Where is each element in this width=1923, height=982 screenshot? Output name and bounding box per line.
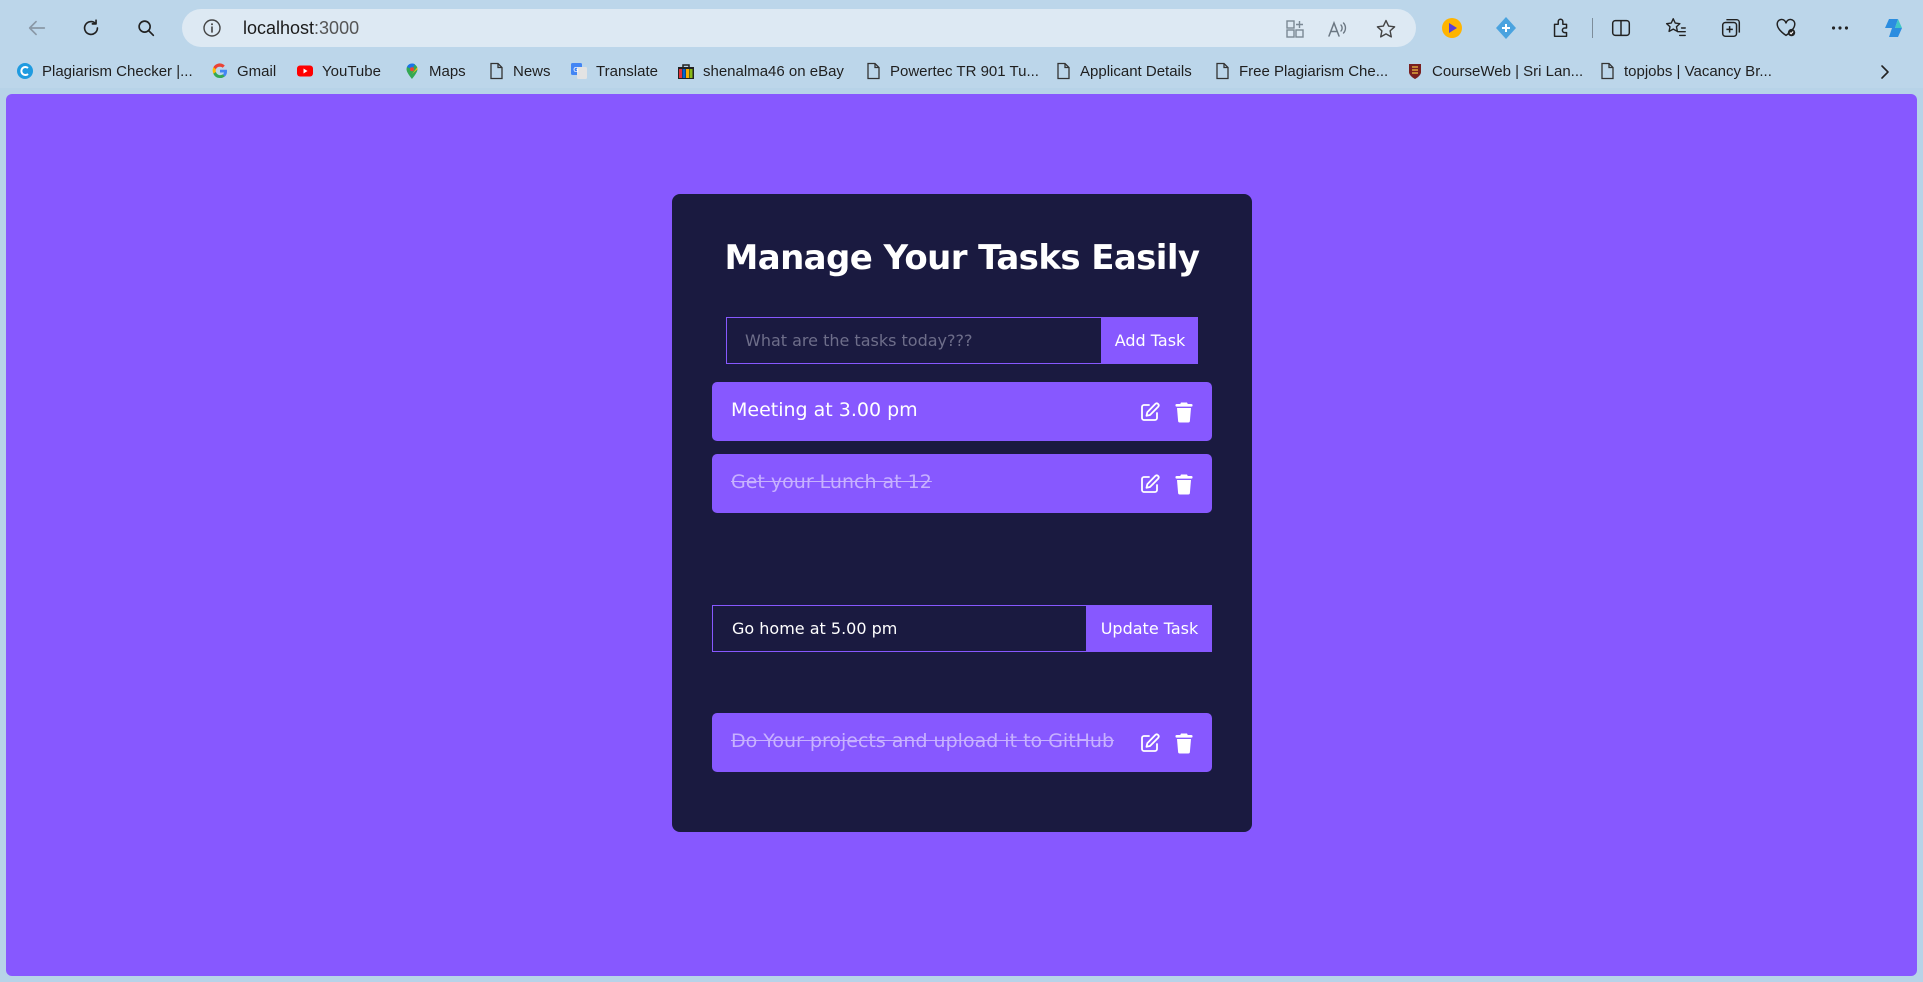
favorite-star-icon[interactable] <box>1375 18 1397 40</box>
edit-task-input[interactable] <box>712 605 1087 652</box>
courseweb-crest-icon <box>1409 64 1421 79</box>
todo-item: Meeting at 3.00 pm <box>712 382 1212 441</box>
edit-task-form: Update Task <box>712 605 1212 652</box>
favorites-list-icon <box>1665 18 1686 37</box>
page-icon <box>1216 62 1229 80</box>
read-aloud-icon[interactable] <box>1326 18 1348 40</box>
play-extension-icon <box>1442 18 1462 38</box>
bookmark-plagiarism-checker[interactable]: Plagiarism Checker |... <box>16 59 193 83</box>
bookmark-maps[interactable]: Maps <box>403 59 466 83</box>
todo-item: Do Your projects and upload it to GitHub <box>712 713 1212 772</box>
google-icon <box>212 63 228 79</box>
youtube-icon <box>297 65 313 77</box>
bookmark-translate[interactable]: G Translate <box>570 59 658 83</box>
todo-item: Get your Lunch at 12 <box>712 454 1212 513</box>
site-info-icon[interactable] <box>202 18 222 38</box>
collections-icon <box>1721 18 1741 38</box>
search-icon <box>138 20 155 37</box>
bookmarks-bar: Plagiarism Checker |... Gmail YouTube Ma… <box>0 54 1923 88</box>
bookmark-label: topjobs | Vacancy Br... <box>1624 62 1772 80</box>
extensions-button[interactable] <box>1548 15 1574 41</box>
refresh-icon <box>83 19 99 36</box>
task-input[interactable] <box>726 317 1102 364</box>
page-icon <box>1057 62 1070 80</box>
trash-icon[interactable] <box>1174 732 1194 754</box>
chevron-right-icon[interactable] <box>1877 64 1893 80</box>
split-screen-button[interactable] <box>1608 15 1634 41</box>
bookmark-label: YouTube <box>322 62 381 80</box>
bookmark-free-plagiarism[interactable]: Free Plagiarism Che... <box>1213 59 1388 83</box>
bookmark-gmail[interactable]: Gmail <box>211 59 276 83</box>
settings-more-button[interactable] <box>1827 15 1853 41</box>
edit-icon[interactable] <box>1139 732 1161 754</box>
bookmark-powertec[interactable]: Powertec TR 901 Tu... <box>864 59 1039 83</box>
edit-icon[interactable] <box>1139 401 1161 423</box>
heart-pulse-icon <box>1776 18 1796 37</box>
bookmark-ebay[interactable]: shenalma46 on eBay <box>677 59 844 83</box>
bookmark-label: Powertec TR 901 Tu... <box>890 62 1039 80</box>
copilot-icon <box>1885 19 1902 37</box>
todo-wrapper: Manage Your Tasks Easily Add Task Meetin… <box>672 194 1252 832</box>
add-task-button[interactable]: Add Task <box>1102 317 1198 364</box>
bookmark-applicant-details[interactable]: Applicant Details <box>1054 59 1192 83</box>
extension-badge-icon <box>1496 17 1516 39</box>
edit-icon[interactable] <box>1139 473 1161 495</box>
todo-text-completed[interactable]: Do Your projects and upload it to GitHub <box>731 730 1114 752</box>
page-icon <box>490 62 503 80</box>
more-dots-icon <box>1831 26 1849 30</box>
page-icon <box>867 62 880 80</box>
trash-icon[interactable] <box>1174 473 1194 495</box>
toolbar-divider <box>1592 18 1593 38</box>
browser-essentials-button[interactable] <box>1773 15 1799 41</box>
bookmark-youtube[interactable]: YouTube <box>296 59 381 83</box>
ebay-bag-icon <box>678 64 694 79</box>
favorites-button[interactable] <box>1663 15 1689 41</box>
bookmark-label: Maps <box>429 62 466 80</box>
split-screen-icon <box>1611 19 1631 37</box>
bookmark-label: Applicant Details <box>1080 62 1192 80</box>
add-task-form: Add Task <box>726 317 1198 364</box>
page-title: Manage Your Tasks Easily <box>724 238 1201 278</box>
trash-icon[interactable] <box>1174 401 1194 423</box>
bookmark-label: Plagiarism Checker |... <box>42 62 193 80</box>
plagiarism-checker-icon <box>17 63 33 79</box>
browser-toolbar: localhost:3000 <box>0 0 1923 54</box>
back-button[interactable] <box>20 11 54 45</box>
bookmark-courseweb[interactable]: CourseWeb | Sri Lan... <box>1406 59 1583 83</box>
bookmark-topjobs[interactable]: topjobs | Vacancy Br... <box>1598 59 1772 83</box>
page-icon <box>1601 62 1614 80</box>
google-translate-icon: G <box>571 63 587 79</box>
search-button[interactable] <box>129 11 163 45</box>
translate-extension[interactable] <box>1493 15 1519 41</box>
update-task-button[interactable]: Update Task <box>1087 605 1212 652</box>
collections-button[interactable] <box>1718 15 1744 41</box>
copilot-button[interactable] <box>1881 15 1907 41</box>
bookmark-label: Gmail <box>237 62 277 80</box>
bookmark-label: Free Plagiarism Che... <box>1239 62 1389 80</box>
bookmark-label: shenalma46 on eBay <box>703 62 844 80</box>
refresh-button[interactable] <box>74 11 108 45</box>
media-player-extension[interactable] <box>1439 15 1465 41</box>
todo-text-completed[interactable]: Get your Lunch at 12 <box>731 471 932 493</box>
address-bar[interactable]: localhost:3000 <box>182 9 1416 47</box>
todo-text[interactable]: Meeting at 3.00 pm <box>731 399 918 421</box>
maps-pin-icon <box>406 63 418 79</box>
bookmark-label: Translate <box>596 62 658 80</box>
arrow-left-icon <box>28 20 46 36</box>
puzzle-icon <box>1553 18 1568 38</box>
app-available-icon[interactable] <box>1284 18 1306 40</box>
url-text[interactable]: localhost:3000 <box>243 18 359 39</box>
svg-text:G: G <box>573 66 578 74</box>
bookmark-label: CourseWeb | Sri Lan... <box>1432 62 1584 80</box>
bookmark-news[interactable]: News <box>487 59 551 83</box>
bookmark-label: News <box>513 62 551 80</box>
page-viewport: Manage Your Tasks Easily Add Task Meetin… <box>6 94 1917 976</box>
